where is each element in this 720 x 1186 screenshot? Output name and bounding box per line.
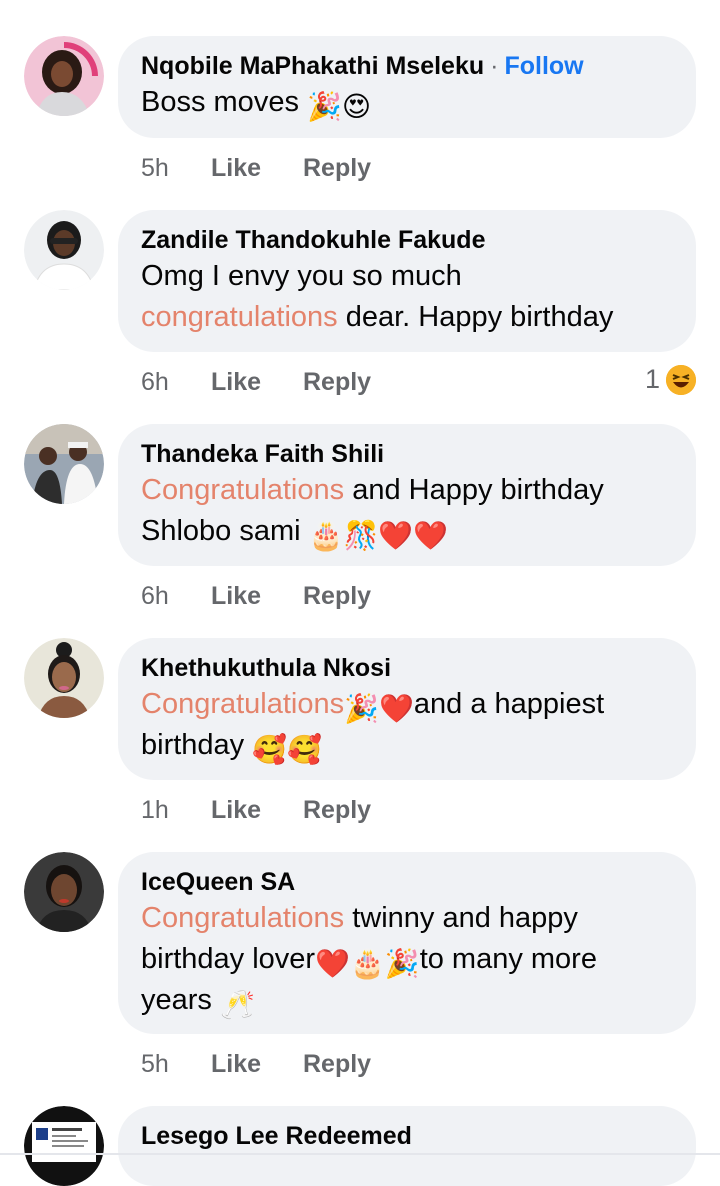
- heart-cake-party-icon: ❤️🎂🎉: [315, 948, 420, 979]
- avatar[interactable]: [24, 852, 104, 932]
- avatar[interactable]: [24, 210, 104, 290]
- comment-actions: 5h Like Reply: [141, 154, 371, 183]
- reply-button[interactable]: Reply: [303, 1050, 371, 1079]
- comment-text-part: twinny and happy: [344, 902, 578, 934]
- comment-text-part: to many more: [419, 943, 597, 975]
- like-button[interactable]: Like: [211, 1050, 303, 1079]
- like-button[interactable]: Like: [211, 368, 303, 397]
- comment-author[interactable]: Khethukuthula Nkosi: [141, 654, 391, 682]
- reaction-count: 1: [644, 364, 660, 394]
- comment-text: Congratulations 🎉❤️and a happiest birthd…: [141, 684, 674, 766]
- like-button[interactable]: Like: [211, 796, 303, 825]
- reply-button[interactable]: Reply: [303, 796, 371, 825]
- comment-bubble: Nqobile MaPhakathi Mseleku · Follow Boss m…: [118, 36, 696, 138]
- separator-dot: ·: [490, 52, 499, 80]
- comment-text-part: birthday: [141, 729, 253, 761]
- comment-text-part: and Happy birthday: [344, 474, 604, 506]
- comment-time[interactable]: 6h: [141, 582, 211, 611]
- avatar[interactable]: [24, 36, 104, 116]
- comment-text-part: birthday lover: [141, 943, 316, 975]
- comment-time[interactable]: 6h: [141, 368, 211, 397]
- comment-text: Omg I envy you so much congratulations d…: [141, 256, 674, 338]
- comment-actions: 1h Like Reply: [141, 796, 371, 825]
- party-heart-icon: 🎉❤️: [344, 693, 414, 724]
- comment-time[interactable]: 1h: [141, 796, 211, 825]
- comment-time[interactable]: 5h: [141, 154, 211, 183]
- like-button[interactable]: Like: [211, 154, 303, 183]
- follow-button[interactable]: Follow: [504, 52, 583, 80]
- comment-author[interactable]: Zandile Thandokuhle Fakude: [141, 226, 485, 254]
- comment-bubble: Lesego Lee Redeemed: [118, 1106, 696, 1186]
- reply-button[interactable]: Reply: [303, 582, 371, 611]
- highlighted-keyword[interactable]: congratulations: [141, 301, 338, 333]
- comment-author[interactable]: Lesego Lee Redeemed: [141, 1122, 412, 1150]
- avatar[interactable]: [24, 638, 104, 718]
- highlighted-keyword[interactable]: Congratulations: [141, 474, 344, 506]
- comment-text: Congratulations twinny and happy birthda…: [141, 898, 674, 1021]
- comment-author[interactable]: IceQueen SA: [141, 868, 295, 896]
- comment-bubble: Khethukuthula Nkosi Congratulations 🎉❤️a…: [118, 638, 696, 780]
- comment-bubble: Thandeka Faith Shili Congratulations and…: [118, 424, 696, 566]
- comment-text-part: Boss moves: [141, 86, 307, 118]
- smiling-hearts-icon: 🥰🥰: [252, 734, 322, 765]
- comment-actions: 5h Like Reply: [141, 1050, 371, 1079]
- party-heart-eyes-icon: 🎉😍: [307, 91, 372, 122]
- reply-button[interactable]: Reply: [303, 368, 371, 397]
- comment-bubble: Zandile Thandokuhle Fakude Omg I envy yo…: [118, 210, 696, 352]
- comment-actions: 6h Like Reply: [141, 368, 371, 397]
- cake-confetti-hearts-icon: 🎂🎊❤️❤️: [308, 520, 449, 551]
- bottom-divider: [0, 1153, 720, 1155]
- comment-text-part: Shlobo sami: [141, 515, 309, 547]
- highlighted-keyword[interactable]: Congratulations: [141, 902, 344, 934]
- clinking-glasses-icon: 🥂: [219, 989, 255, 1020]
- highlighted-keyword[interactable]: Congratulations: [141, 688, 344, 720]
- comment-text-part: dear. Happy birthday: [337, 301, 614, 333]
- comment-author[interactable]: Thandeka Faith Shili: [141, 440, 384, 468]
- avatar[interactable]: [24, 424, 104, 504]
- reply-button[interactable]: Reply: [303, 154, 371, 183]
- reaction-summary[interactable]: 1: [645, 364, 696, 395]
- comment-bubble: IceQueen SA Congratulations twinny and h…: [118, 852, 696, 1034]
- comment-text: Boss moves 🎉😍: [141, 82, 674, 123]
- comment-time[interactable]: 5h: [141, 1050, 211, 1079]
- avatar[interactable]: [24, 1106, 104, 1186]
- comment-author[interactable]: Nqobile MaPhakathi Mseleku: [141, 52, 484, 80]
- comment-actions: 6h Like Reply: [141, 582, 371, 611]
- comment-text-part: years: [141, 984, 220, 1016]
- comment-text-part: and a happiest: [413, 688, 605, 720]
- comment-text: Congratulations and Happy birthday Shlob…: [141, 470, 674, 552]
- like-button[interactable]: Like: [211, 582, 303, 611]
- laugh-icon: [666, 364, 696, 395]
- comment-text-line: Omg I envy you so much: [141, 260, 462, 292]
